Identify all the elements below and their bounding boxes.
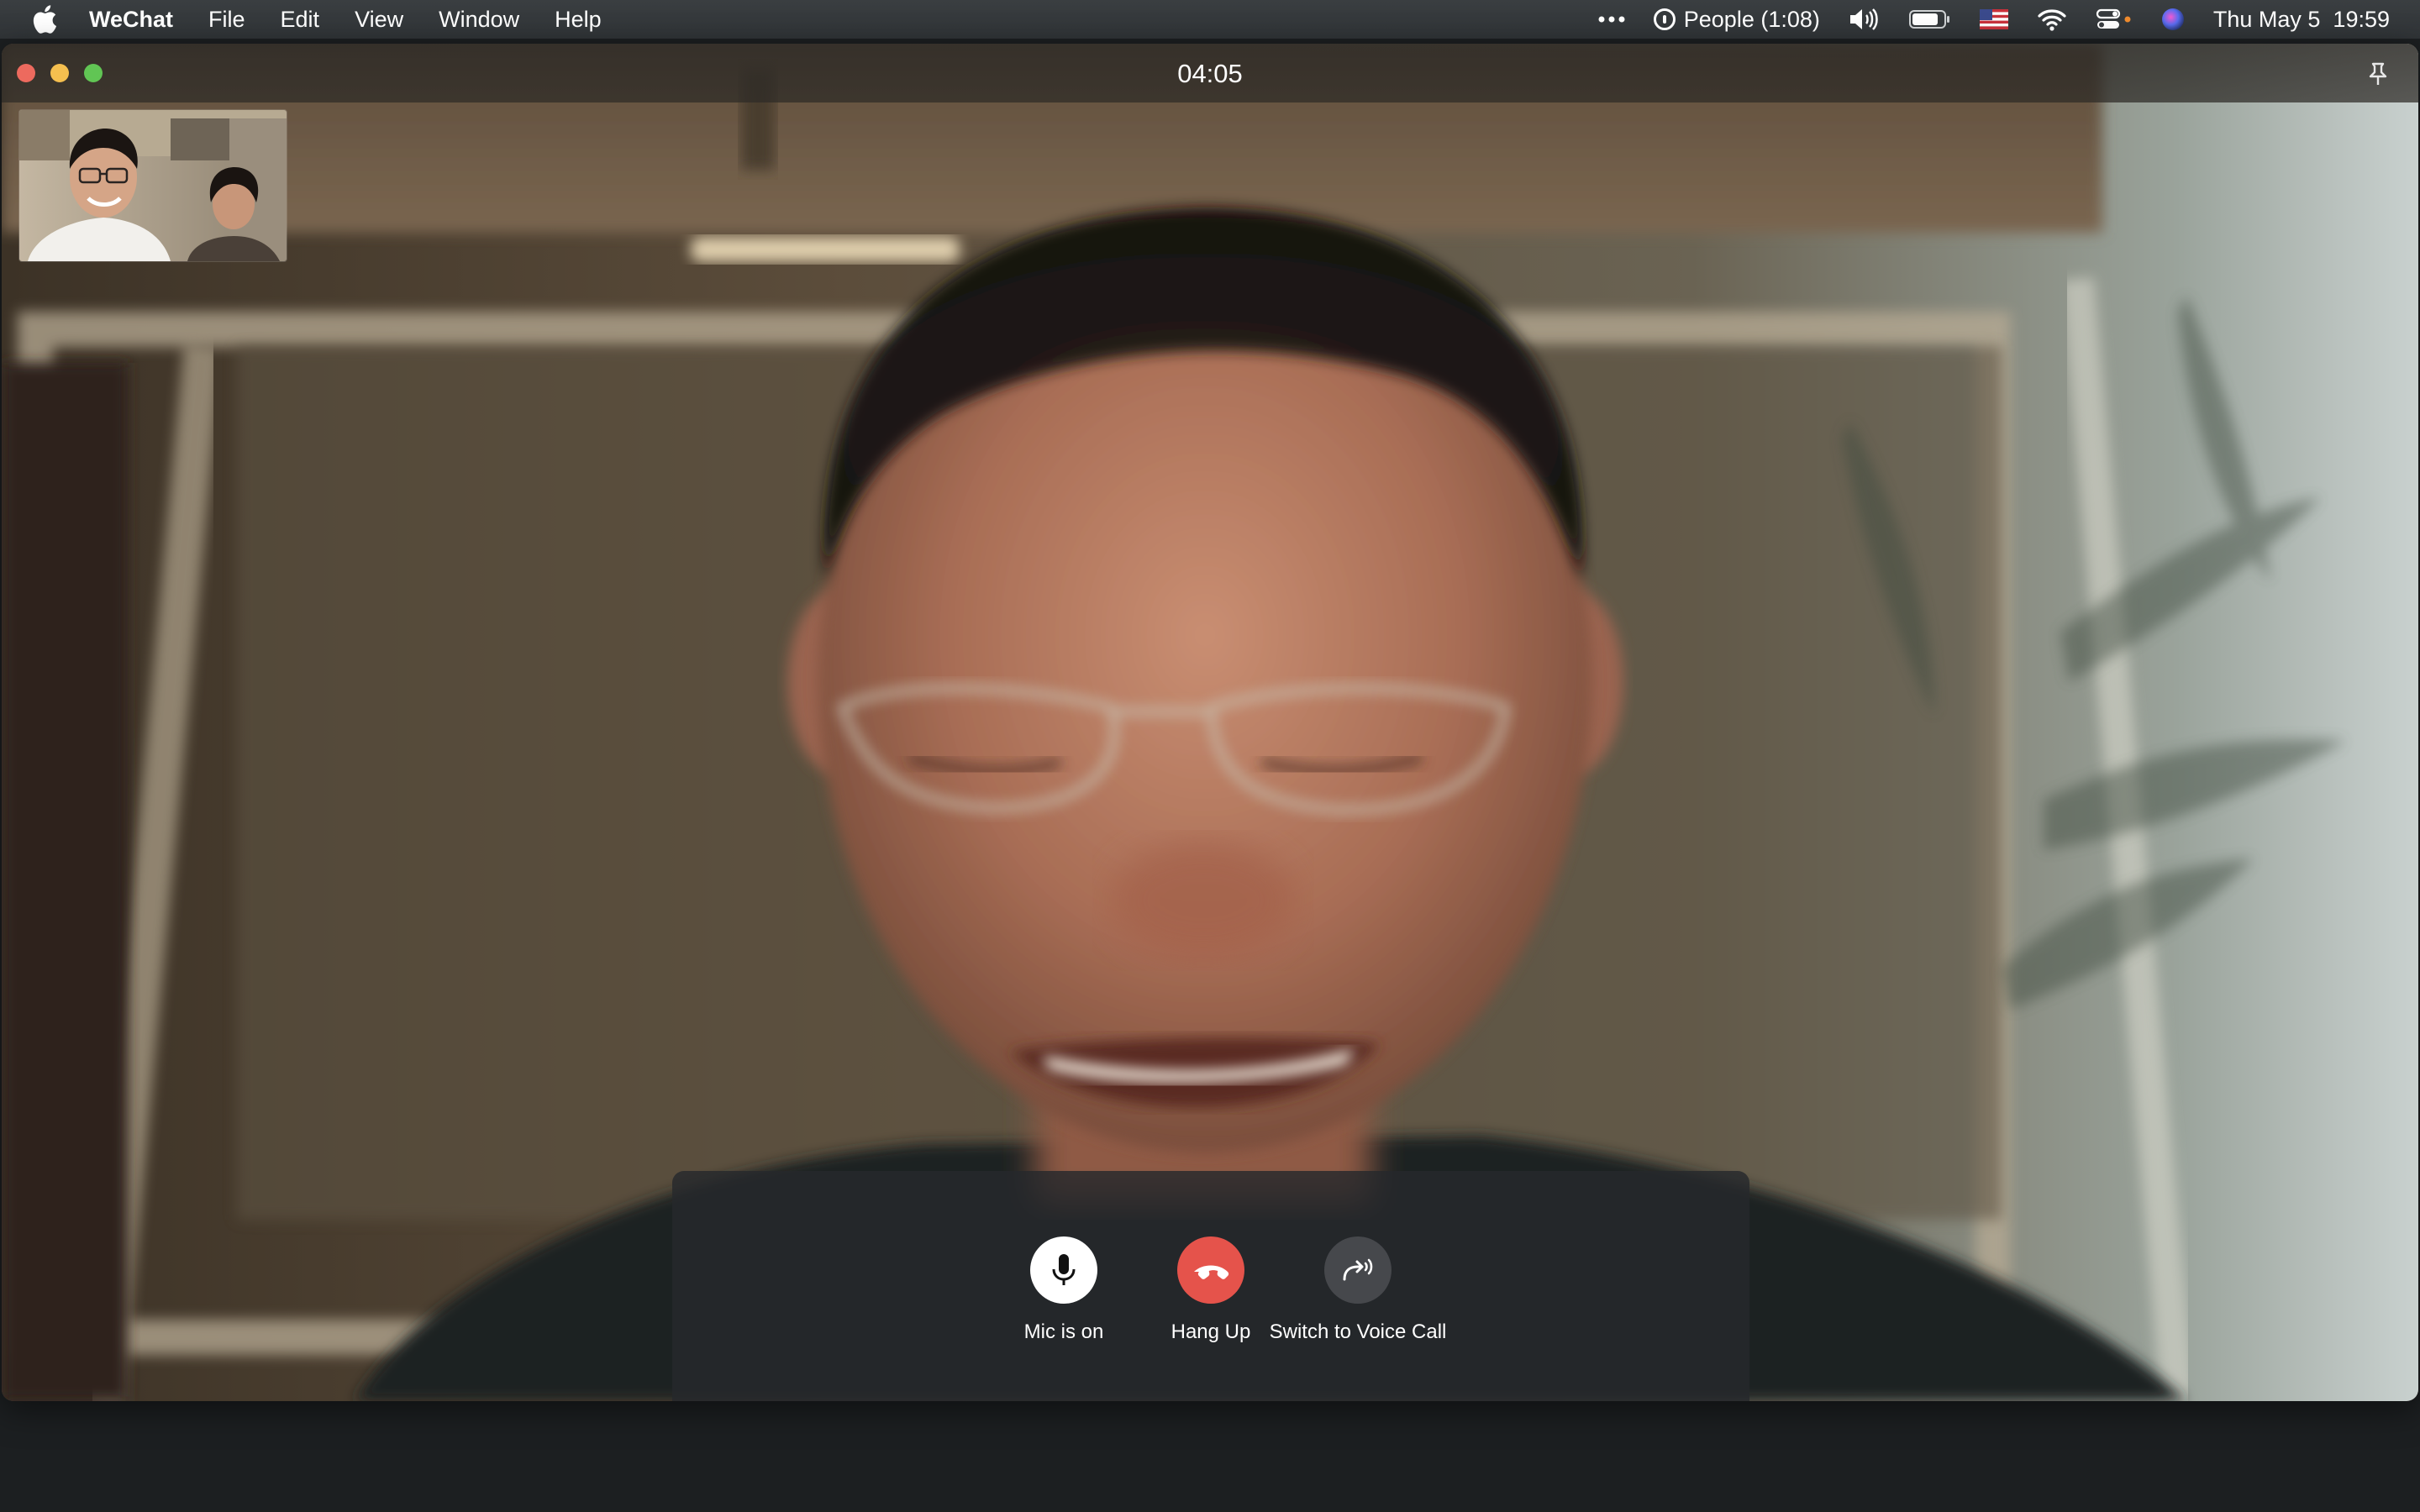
menu-help[interactable]: Help <box>555 7 602 33</box>
menu-window[interactable]: Window <box>439 7 519 33</box>
self-view-feed <box>19 110 287 261</box>
pin-icon[interactable] <box>2365 60 2391 87</box>
apple-icon[interactable] <box>30 5 59 34</box>
people-status-item[interactable]: People (1:08) <box>1653 6 1820 33</box>
call-duration-timer: 04:05 <box>1177 59 1243 88</box>
wifi-icon[interactable] <box>2037 8 2067 31</box>
switch-to-voice-button[interactable] <box>1324 1236 1392 1304</box>
phone-hangup-icon <box>1194 1265 1229 1279</box>
menu-bar: WeChat File Edit View Window Help People… <box>0 0 2420 39</box>
us-flag-icon[interactable] <box>1979 9 2008 29</box>
mic-label: Mic is on <box>1023 1320 1104 1343</box>
hang-up-button[interactable] <box>1177 1236 1244 1304</box>
switch-to-voice-control[interactable]: Switch to Voice Call <box>1249 1236 1467 1344</box>
switch-to-voice-label: Switch to Voice Call <box>1269 1320 1447 1343</box>
menu-view[interactable]: View <box>355 7 403 33</box>
volume-icon[interactable] <box>1849 8 1881 31</box>
voice-call-switch-icon <box>1343 1258 1373 1281</box>
battery-icon[interactable] <box>1908 9 1951 29</box>
more-icon[interactable] <box>1598 15 1625 24</box>
call-controls-panel: Mic is on Hang Up Switch to Voice Call <box>672 1171 1749 1401</box>
mic-button[interactable] <box>1030 1236 1097 1304</box>
clock-datetime[interactable]: Thu May 5 19:59 <box>2213 7 2390 33</box>
microphone-icon <box>1052 1254 1076 1285</box>
menu-file[interactable]: File <box>208 7 245 33</box>
people-status-label: People (1:08) <box>1683 6 1820 32</box>
control-center-icon[interactable] <box>2096 8 2133 31</box>
video-call-window: 04:05 Mic is on Hang Up Switch to Voice … <box>2 44 2418 1401</box>
self-view-thumbnail[interactable] <box>18 109 287 262</box>
power-icon <box>1653 8 1676 30</box>
window-title-bar: 04:05 <box>2 44 2418 102</box>
menu-edit[interactable]: Edit <box>281 7 320 33</box>
siri-icon[interactable] <box>2161 8 2185 31</box>
hang-up-label: Hang Up <box>1171 1320 1251 1343</box>
menu-app-name[interactable]: WeChat <box>89 7 173 33</box>
